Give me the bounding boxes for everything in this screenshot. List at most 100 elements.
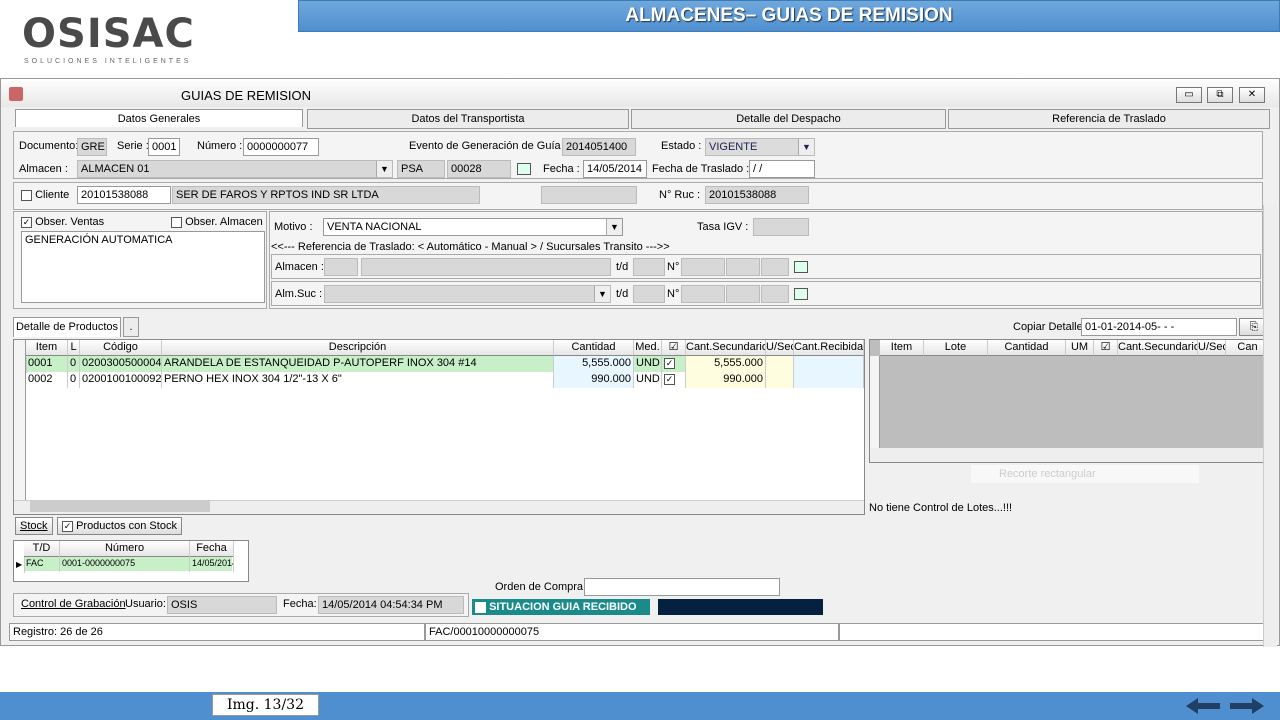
almsuc-num-field[interactable] [726, 285, 760, 303]
cell-cant-secundario[interactable]: 990.000 [686, 372, 766, 388]
col-item[interactable]: Item [26, 340, 68, 356]
docref-fecha[interactable]: 14/05/2014 [190, 556, 234, 572]
tab-extra[interactable]: . [123, 317, 139, 337]
search-icon[interactable] [794, 261, 808, 273]
lote-col-um[interactable]: UM [1066, 340, 1094, 356]
fecha-traslado-field[interactable]: / / [749, 160, 815, 178]
row-checkbox[interactable]: ✓ [662, 356, 686, 372]
col-cantidad[interactable]: Cantidad [554, 340, 634, 356]
documento-field[interactable]: GRE [77, 138, 107, 156]
col-cant-secundario[interactable]: Cant.Secundario [686, 340, 766, 356]
cliente-nombre-field[interactable]: SER DE FAROS Y RPTOS IND SR LTDA [172, 186, 480, 204]
psa-field[interactable]: PSA [397, 160, 445, 178]
cliente-checkbox[interactable]: Cliente [21, 189, 69, 201]
motivo-select[interactable]: VENTA NACIONAL ▼ [323, 218, 623, 236]
col-descripcion[interactable]: Descripción [162, 340, 554, 356]
grab-fecha-field[interactable]: 14/05/2014 04:54:34 PM [318, 596, 464, 614]
almacen-select[interactable]: ALMACEN 01 ▼ [77, 160, 393, 178]
cliente-ruc-field[interactable]: 20101538088 [77, 186, 171, 204]
cell-codigo[interactable]: 0200300500004 [80, 356, 162, 372]
docref-td[interactable]: FAC [24, 556, 60, 572]
cell-usec[interactable] [766, 356, 794, 372]
col-check[interactable]: ☑ [662, 340, 686, 356]
cell-cant-recibida[interactable] [794, 372, 864, 388]
cell-med[interactable]: UND [634, 372, 662, 388]
docref-col-td[interactable]: T/D [24, 541, 60, 557]
ref-num-field[interactable] [726, 258, 760, 276]
search-icon[interactable] [794, 288, 808, 300]
numero-field[interactable]: 0000000077 [243, 138, 319, 156]
lote-col-item[interactable]: Item [880, 340, 924, 356]
col-med[interactable]: Med. [634, 340, 662, 356]
stock-button[interactable]: Stock [15, 517, 53, 535]
ref-extra-field[interactable] [761, 258, 789, 276]
cell-med[interactable]: UND [634, 356, 662, 372]
productos-con-stock-checkbox[interactable]: ✓ Productos con Stock [57, 517, 182, 535]
cell-item[interactable]: 0001 [26, 356, 68, 372]
col-cant-recibida[interactable]: Cant.Recibida [794, 340, 864, 356]
cell-cant-secundario[interactable]: 5,555.000 [686, 356, 766, 372]
col-codigo[interactable]: Código [80, 340, 162, 356]
tab-transportista[interactable]: Datos del Transportista [307, 109, 629, 129]
ref-serie-field[interactable] [681, 258, 725, 276]
cell-codigo[interactable]: 0200100100092 [80, 372, 162, 388]
situacion-badge[interactable]: SITUACION GUIA RECIBIDO [472, 599, 650, 615]
chevron-down-icon[interactable]: ▼ [594, 286, 610, 302]
minimize-button[interactable]: ▭ [1176, 87, 1202, 103]
cell-item[interactable]: 0002 [26, 372, 68, 388]
next-arrow-icon[interactable] [1230, 697, 1264, 715]
tab-referencia[interactable]: Referencia de Traslado [948, 109, 1270, 129]
cell-descripcion[interactable]: ARANDELA DE ESTANQUEIDAD P-AUTOPERF INOX… [162, 356, 554, 372]
cell-l[interactable]: 0 [68, 372, 80, 388]
almsuc-serie-field[interactable] [681, 285, 725, 303]
docref-numero[interactable]: 0001-0000000075 [60, 556, 190, 572]
evento-field[interactable]: 2014051400 [562, 138, 636, 156]
orden-compra-field[interactable] [584, 578, 780, 596]
tab-detalle-productos[interactable]: Detalle de Productos [13, 317, 121, 337]
cell-cant-recibida[interactable] [794, 356, 864, 372]
almsuc-select[interactable]: ▼ [324, 285, 611, 303]
tasa-igv-field[interactable] [753, 218, 809, 236]
fecha-field[interactable]: 14/05/2014 [583, 160, 647, 178]
control-grabacion-link[interactable]: Control de Grabación [21, 598, 126, 610]
col-usec[interactable]: U/Sec [766, 340, 794, 356]
cell-descripcion[interactable]: PERNO HEX INOX 304 1/2"-13 X 6" [162, 372, 554, 388]
lote-col-usec[interactable]: U/Sec [1198, 340, 1226, 356]
psa-code-field[interactable]: 00028 [447, 160, 511, 178]
scroll-thumb[interactable] [30, 501, 210, 512]
previous-arrow-icon[interactable] [1186, 697, 1220, 715]
serie-field[interactable]: 0001 [148, 138, 180, 156]
restore-button[interactable]: ⧉ [1207, 87, 1233, 103]
close-button[interactable]: ✕ [1239, 87, 1265, 103]
tab-datos-generales[interactable]: Datos Generales [15, 109, 303, 127]
lote-horizontal-scrollbar[interactable] [870, 448, 1268, 462]
almsuc-td-field[interactable] [633, 285, 665, 303]
row-checkbox[interactable]: ✓ [662, 372, 686, 388]
col-l[interactable]: L [68, 340, 80, 356]
cell-cantidad[interactable]: 990.000 [554, 372, 634, 388]
cell-usec[interactable] [766, 372, 794, 388]
lote-col-cant-sec[interactable]: Cant.Secundario [1118, 340, 1198, 356]
docref-col-fecha[interactable]: Fecha [190, 541, 234, 557]
lote-col-check[interactable]: ☑ [1094, 340, 1118, 356]
observaciones-textarea[interactable]: GENERACIÓN AUTOMATICA [21, 231, 265, 303]
cliente-extra-field[interactable] [541, 186, 637, 204]
ref-td-field[interactable] [633, 258, 665, 276]
docref-col-numero[interactable]: Número [60, 541, 190, 557]
cell-cantidad[interactable]: 5,555.000 [554, 356, 634, 372]
ref-almacen-code[interactable] [324, 258, 358, 276]
lote-col-cantidad[interactable]: Cantidad [988, 340, 1066, 356]
copiar-detalle-field[interactable]: 01-01-2014-05- - - [1081, 318, 1237, 336]
tab-despacho[interactable]: Detalle del Despacho [631, 109, 946, 129]
cell-l[interactable]: 0 [68, 356, 80, 372]
almsuc-extra-field[interactable] [761, 285, 789, 303]
obser-almacen-checkbox[interactable]: Obser. Almacen [171, 216, 263, 228]
vertical-scrollbar[interactable] [1263, 205, 1277, 647]
nruc-field[interactable]: 20101538088 [705, 186, 809, 204]
lote-col-lote[interactable]: Lote [924, 340, 988, 356]
chevron-down-icon[interactable]: ▼ [376, 161, 392, 177]
chevron-down-icon[interactable]: ▼ [606, 219, 622, 235]
obser-ventas-checkbox[interactable]: ✓ Obser. Ventas [21, 216, 104, 228]
calendar-icon[interactable] [517, 163, 531, 175]
estado-select[interactable]: VIGENTE ▼ [705, 138, 815, 156]
